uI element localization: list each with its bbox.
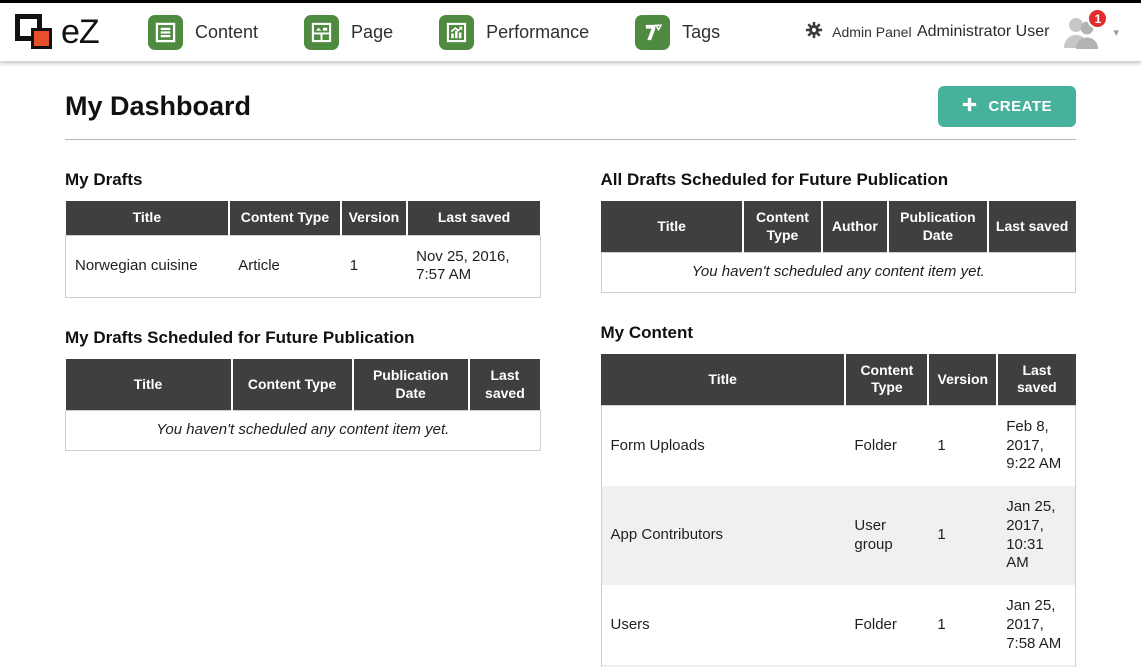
nav-item-tags[interactable]: Tags bbox=[635, 15, 720, 50]
admin-panel-label: Admin Panel bbox=[832, 24, 911, 40]
nav-item-content[interactable]: Content bbox=[148, 15, 258, 50]
content-icon bbox=[148, 15, 183, 50]
admin-panel-button[interactable]: Admin Panel bbox=[805, 21, 911, 44]
table-cell: App Contributors bbox=[601, 486, 845, 585]
nav-item-page[interactable]: Page bbox=[304, 15, 393, 50]
table-cell: Users bbox=[601, 585, 845, 665]
table-cell: 1 bbox=[928, 486, 997, 585]
column-header: Last saved bbox=[988, 201, 1076, 253]
column-header: Title bbox=[601, 354, 845, 406]
section-my-content: My Content TitleContent TypeVersionLast … bbox=[601, 323, 1077, 667]
dashboard-grid: My Drafts TitleContent TypeVersionLast s… bbox=[0, 140, 1141, 667]
tags-icon bbox=[635, 15, 670, 50]
user-name: Administrator User bbox=[917, 23, 1049, 41]
table-cell: User group bbox=[845, 486, 928, 585]
column-header: Version bbox=[928, 354, 997, 406]
column-header: Version bbox=[341, 201, 407, 235]
my-content-table: TitleContent TypeVersionLast savedForm U… bbox=[601, 354, 1077, 667]
column-header: Content Type bbox=[845, 354, 928, 406]
page-header: My Dashboard CREATE bbox=[65, 86, 1076, 140]
table-cell: Jan 25, 2017, 10:31 AM bbox=[997, 486, 1075, 585]
column-header: Last saved bbox=[997, 354, 1075, 406]
nav-label-tags: Tags bbox=[682, 22, 720, 43]
column-header: Content Type bbox=[229, 201, 341, 235]
table-cell: Nov 25, 2016, 7:57 AM bbox=[407, 235, 540, 298]
table-cell: 1 bbox=[341, 235, 407, 298]
ez-logo-icon bbox=[15, 11, 59, 53]
column-header: Content Type bbox=[232, 359, 353, 411]
section-title: My Content bbox=[601, 323, 1077, 343]
top-bar: eZ Content Page Performance Tags bbox=[0, 0, 1141, 62]
user-menu[interactable]: Administrator User 1 ▾ bbox=[917, 15, 1119, 49]
plus-icon bbox=[962, 97, 977, 116]
nav-label-page: Page bbox=[351, 22, 393, 43]
performance-icon bbox=[439, 15, 474, 50]
page-title: My Dashboard bbox=[65, 91, 251, 122]
table-cell: Feb 8, 2017, 9:22 AM bbox=[997, 405, 1075, 486]
table-cell: Jan 25, 2017, 7:58 AM bbox=[997, 585, 1075, 665]
section-my-drafts-scheduled: My Drafts Scheduled for Future Publicati… bbox=[65, 328, 541, 451]
my-drafts-table: TitleContent TypeVersionLast savedNorweg… bbox=[65, 201, 541, 298]
create-button[interactable]: CREATE bbox=[938, 86, 1076, 127]
table-cell: Folder bbox=[845, 585, 928, 665]
section-title: My Drafts Scheduled for Future Publicati… bbox=[65, 328, 541, 348]
column-header: Author bbox=[822, 201, 888, 253]
main-nav: Content Page Performance Tags bbox=[148, 15, 720, 50]
table-header-row: TitleContent TypeAuthorPublication DateL… bbox=[601, 201, 1076, 253]
section-all-drafts-scheduled: All Drafts Scheduled for Future Publicat… bbox=[601, 170, 1077, 293]
ez-logo[interactable]: eZ bbox=[15, 11, 120, 53]
column-header: Last saved bbox=[469, 359, 540, 411]
section-my-drafts: My Drafts TitleContent TypeVersionLast s… bbox=[65, 170, 541, 298]
right-column: All Drafts Scheduled for Future Publicat… bbox=[601, 140, 1077, 667]
table-header-row: TitleContent TypeVersionLast saved bbox=[601, 354, 1076, 406]
left-column: My Drafts TitleContent TypeVersionLast s… bbox=[65, 140, 541, 667]
table-header-row: TitleContent TypePublication DateLast sa… bbox=[66, 359, 541, 411]
table-cell: Norwegian cuisine bbox=[66, 235, 230, 298]
all-drafts-scheduled-table: TitleContent TypeAuthorPublication DateL… bbox=[601, 201, 1077, 293]
empty-message: You haven't scheduled any content item y… bbox=[66, 411, 541, 451]
empty-row: You haven't scheduled any content item y… bbox=[66, 411, 541, 451]
table-cell: 1 bbox=[928, 585, 997, 665]
empty-message: You haven't scheduled any content item y… bbox=[601, 253, 1076, 293]
table-cell: 1 bbox=[928, 405, 997, 486]
create-button-label: CREATE bbox=[988, 98, 1052, 115]
nav-label-content: Content bbox=[195, 22, 258, 43]
nav-label-performance: Performance bbox=[486, 22, 589, 43]
table-row[interactable]: UsersFolder1Jan 25, 2017, 7:58 AM bbox=[601, 585, 1076, 665]
column-header: Content Type bbox=[743, 201, 821, 253]
table-row[interactable]: Form UploadsFolder1Feb 8, 2017, 9:22 AM bbox=[601, 405, 1076, 486]
page-icon bbox=[304, 15, 339, 50]
column-header: Title bbox=[601, 201, 743, 253]
table-cell: Article bbox=[229, 235, 341, 298]
table-row[interactable]: Norwegian cuisineArticle1Nov 25, 2016, 7… bbox=[66, 235, 541, 298]
table-row[interactable]: App ContributorsUser group1Jan 25, 2017,… bbox=[601, 486, 1076, 585]
empty-row: You haven't scheduled any content item y… bbox=[601, 253, 1076, 293]
gear-icon bbox=[805, 21, 823, 44]
table-cell: Folder bbox=[845, 405, 928, 486]
nav-item-performance[interactable]: Performance bbox=[439, 15, 589, 50]
column-header: Publication Date bbox=[888, 201, 988, 253]
table-cell: Form Uploads bbox=[601, 405, 845, 486]
notification-badge[interactable]: 1 bbox=[1087, 8, 1108, 29]
logo-text: eZ bbox=[61, 13, 99, 52]
section-title: My Drafts bbox=[65, 170, 541, 190]
avatar[interactable]: 1 bbox=[1062, 15, 1100, 49]
column-header: Last saved bbox=[407, 201, 540, 235]
chevron-down-icon: ▾ bbox=[1113, 26, 1119, 39]
column-header: Title bbox=[66, 359, 232, 411]
my-drafts-scheduled-table: TitleContent TypePublication DateLast sa… bbox=[65, 359, 541, 451]
section-title: All Drafts Scheduled for Future Publicat… bbox=[601, 170, 1077, 190]
column-header: Title bbox=[66, 201, 230, 235]
column-header: Publication Date bbox=[353, 359, 469, 411]
table-header-row: TitleContent TypeVersionLast saved bbox=[66, 201, 541, 235]
